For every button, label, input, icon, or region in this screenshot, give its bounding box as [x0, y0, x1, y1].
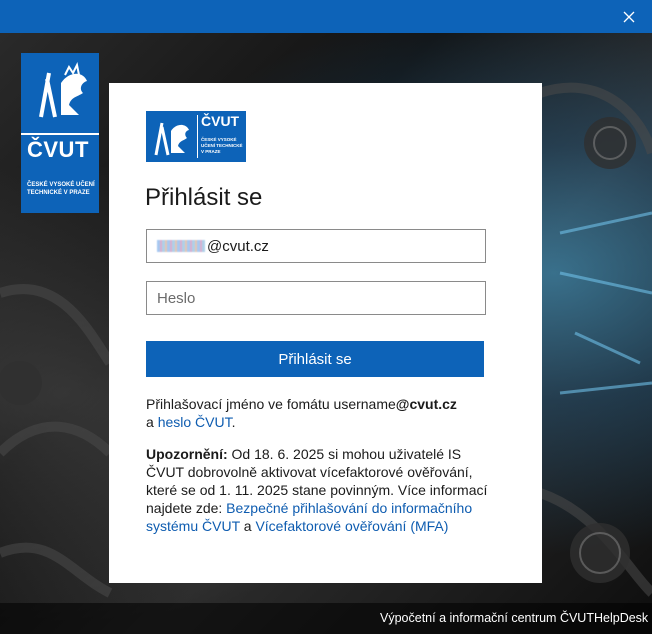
hint-text: a: [146, 414, 158, 430]
password-field[interactable]: [146, 281, 486, 315]
login-card: ČVUT ČESKÉ VYSOKÉ UČENÍ TECHNICKÉ V PRAZ…: [109, 83, 542, 583]
lion-emblem-icon: [154, 122, 189, 156]
page-title: Přihlásit se: [145, 184, 263, 211]
footer-link-vic[interactable]: Výpočetní a informační centrum ČVUT: [380, 611, 594, 625]
title-bar: [0, 0, 652, 33]
email-suffix: @cvut.cz: [207, 237, 269, 255]
mfa-notice: Upozornění: Od 18. 6. 2025 si mohou uživ…: [146, 445, 496, 535]
cvut-logo-large: ČVUT ČESKÉ VYSOKÉ UČENÍ TECHNICKÉ V PRAZ…: [21, 53, 99, 213]
footer-link-helpdesk[interactable]: HelpDesk: [594, 611, 648, 625]
lion-emblem-icon: [39, 61, 87, 118]
logo-brand: ČVUT: [201, 113, 240, 129]
hint-text: .: [231, 414, 236, 430]
hint-text: Přihlašovací jméno ve fomátu username: [146, 396, 396, 412]
footer: Výpočetní a informační centrum ČVUT Help…: [0, 603, 652, 634]
logo-divider: [197, 115, 198, 158]
logo-subtitle: ČESKÉ VYSOKÉ UČENÍ TECHNICKÉ V PRAZE: [27, 182, 95, 196]
logo-divider: [21, 133, 99, 135]
mfa-link[interactable]: Vícefaktorové ověřování (MFA): [255, 518, 448, 534]
sign-in-button[interactable]: Přihlásit se: [146, 341, 484, 377]
email-field[interactable]: @cvut.cz: [146, 229, 486, 263]
notice-label: Upozornění:: [146, 446, 228, 462]
cvut-logo: ČVUT ČESKÉ VYSOKÉ UČENÍ TECHNICKÉ V PRAZ…: [146, 111, 246, 162]
notice-text: a: [239, 518, 256, 534]
close-button[interactable]: [606, 0, 652, 33]
hint-domain: @cvut.cz: [395, 396, 457, 412]
login-hint: Přihlašovací jméno ve fomátu username@cv…: [146, 395, 486, 431]
logo-brand: ČVUT: [27, 137, 89, 162]
password-link[interactable]: heslo ČVUT: [158, 414, 232, 430]
close-icon: [623, 11, 635, 22]
redacted-username: [157, 240, 205, 252]
logo-subtitle: ČESKÉ VYSOKÉ UČENÍ TECHNICKÉ V PRAZE: [201, 137, 243, 154]
